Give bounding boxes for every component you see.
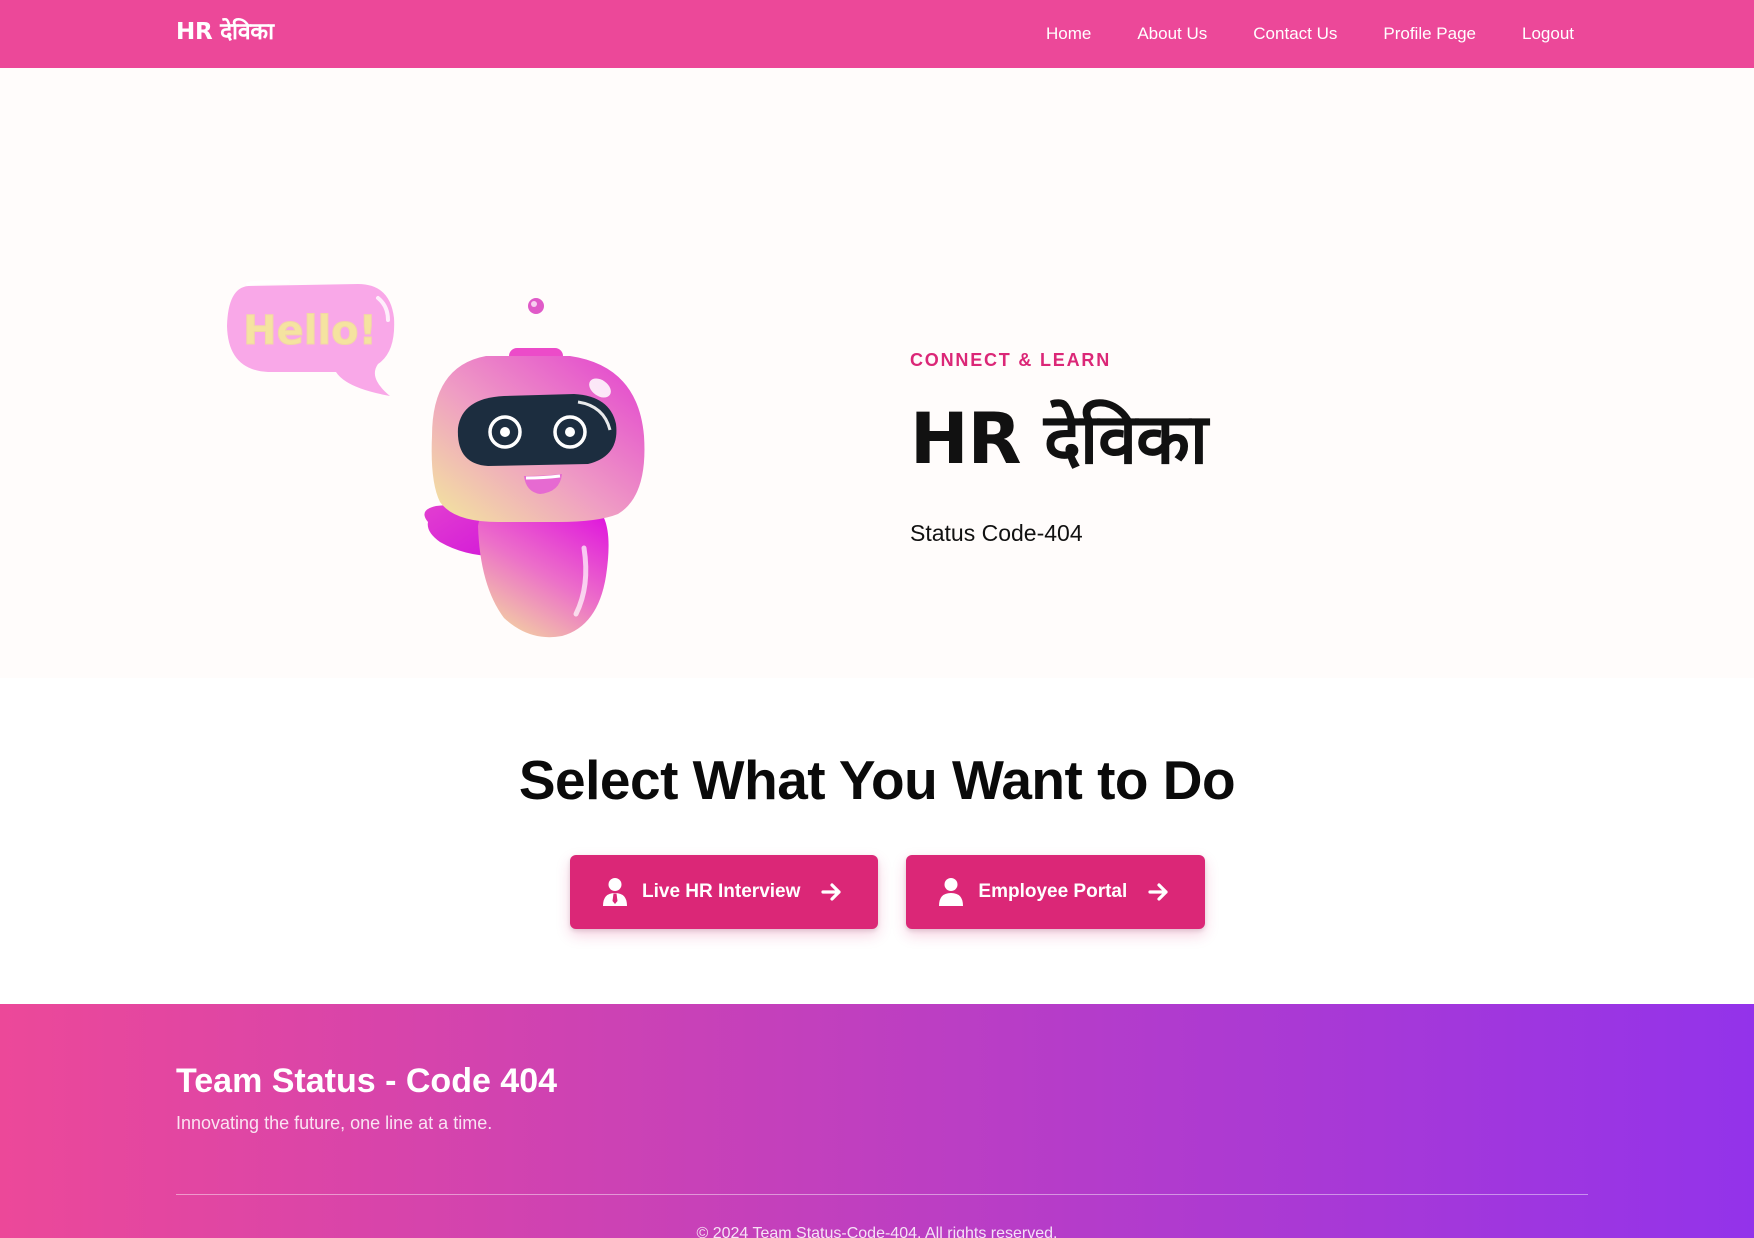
employee-portal-button[interactable]: Employee Portal [906,855,1206,929]
nav-link-logout[interactable]: Logout [1522,24,1574,44]
nav-link-about-us[interactable]: About Us [1137,24,1207,44]
arrow-right-icon [821,883,841,901]
hero-text-block: CONNECT & LEARN HR देविका Status Code-40… [910,349,1610,547]
hero-title: HR देविका [910,398,1208,480]
speech-bubble-text: Hello! [243,308,377,354]
action-buttons: Live HR Interview Employee Portal [570,855,1206,929]
top-navbar: HR देविका Home About Us Contact Us Profi… [0,0,1754,68]
user-icon [939,878,964,906]
hero-eyebrow: CONNECT & LEARN [910,350,1111,370]
footer-tagline: Innovating the future, one line at a tim… [176,1113,493,1133]
nav-link-profile-page[interactable]: Profile Page [1383,24,1476,44]
nav-links: Home About Us Contact Us Profile Page Lo… [1046,0,1574,68]
footer-title: Team Status - Code 404 [176,1062,558,1100]
hero-subtitle: Status Code-404 [910,520,1083,546]
nav-link-contact-us[interactable]: Contact Us [1253,24,1337,44]
action-select-section: Select What You Want to Do Live HR Inter… [0,678,1754,1004]
arrow-right-icon [1148,883,1168,901]
live-hr-interview-button[interactable]: Live HR Interview [570,855,879,929]
live-hr-interview-label: Live HR Interview [642,881,801,902]
robot-illustration: Hello! [227,280,645,638]
speech-bubble: Hello! [227,280,395,396]
employee-portal-label: Employee Portal [978,881,1128,902]
site-footer: Team Status - Code 404 Innovating the fu… [0,1004,1754,1238]
footer-divider [176,1194,1588,1195]
select-title: Select What You Want to Do [518,749,1236,811]
person-tie-icon [603,878,627,906]
brand-logo[interactable]: HR देविका [176,17,274,47]
hero-section: Hello! CONNECT & LEARN HR देविका Status … [0,68,1754,678]
nav-link-home[interactable]: Home [1046,24,1091,44]
footer-copyright: © 2024 Team Status-Code-404. All rights … [696,1225,1058,1238]
